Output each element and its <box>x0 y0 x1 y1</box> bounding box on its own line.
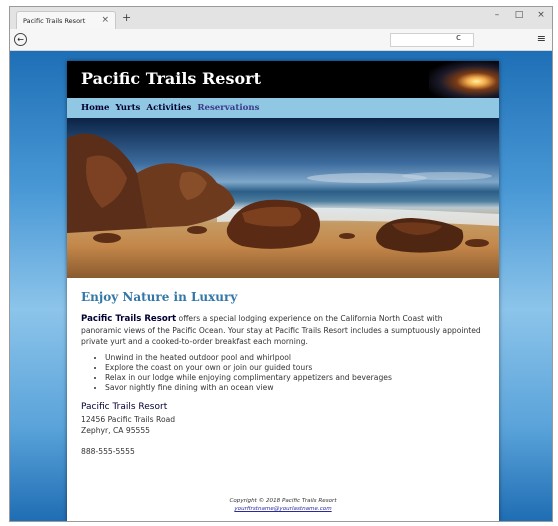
tab-close-icon[interactable]: × <box>101 15 109 25</box>
nav-activities[interactable]: Activities <box>146 103 191 113</box>
tab-title: Pacific Trails Resort <box>23 17 86 25</box>
intro-paragraph: Pacific Trails Resort offers a special l… <box>81 313 485 347</box>
nav-home[interactable]: Home <box>81 103 109 113</box>
new-tab-icon[interactable]: + <box>122 11 131 24</box>
site-title: Pacific Trails Resort <box>81 69 261 88</box>
list-item: Explore the coast on your own or join ou… <box>105 363 485 373</box>
intro-brand: Pacific Trails Resort <box>81 314 177 324</box>
page-heading: Enjoy Nature in Luxury <box>81 290 238 304</box>
list-item: Relax in our lodge while enjoying compli… <box>105 373 485 383</box>
maximize-icon[interactable]: □ <box>508 7 530 29</box>
reload-icon[interactable]: c <box>456 33 461 43</box>
site-footer: Copyright © 2018 Pacific Trails Resort y… <box>67 497 499 513</box>
address-line-2: Zephyr, CA 95555 <box>81 426 151 435</box>
page-container: Pacific Trails Resort Home Yurts Activit… <box>67 61 499 521</box>
browser-window: Pacific Trails Resort × + – □ × ← c ≡ Pa… <box>9 6 553 522</box>
sunset-image <box>429 61 499 98</box>
minimize-icon[interactable]: – <box>486 7 508 29</box>
browser-toolbar: ← c ≡ <box>10 29 552 51</box>
contact-name: Pacific Trails Resort <box>81 402 168 412</box>
footer-email-link[interactable]: yourfirstname@yourlastname.com <box>234 506 331 512</box>
address-line-1: 12456 Pacific Trails Road <box>81 415 176 424</box>
main-nav: Home Yurts Activities Reservations <box>67 98 499 118</box>
browser-titlebar: Pacific Trails Resort × + – □ × <box>10 7 552 29</box>
hamburger-menu-icon[interactable]: ≡ <box>537 32 546 45</box>
close-window-icon[interactable]: × <box>530 7 552 29</box>
hero-coast-image <box>67 118 499 278</box>
window-controls: – □ × <box>486 7 552 29</box>
features-list: Unwind in the heated outdoor pool and wh… <box>105 353 485 393</box>
nav-yurts[interactable]: Yurts <box>115 103 140 113</box>
list-item: Savor nightly fine dining with an ocean … <box>105 383 485 393</box>
address-bar[interactable] <box>390 33 474 47</box>
main-content: Enjoy Nature in Luxury Pacific Trails Re… <box>67 278 499 456</box>
nav-reservations[interactable]: Reservations <box>197 103 259 113</box>
copyright-text: Copyright © 2018 Pacific Trails Resort <box>229 498 337 504</box>
list-item: Unwind in the heated outdoor pool and wh… <box>105 353 485 363</box>
site-header: Pacific Trails Resort <box>67 61 499 98</box>
phone-number: 888-555-5555 <box>81 447 135 456</box>
page-viewport[interactable]: Pacific Trails Resort Home Yurts Activit… <box>10 51 552 521</box>
hero-rocks-illustration <box>67 133 499 253</box>
browser-tab[interactable]: Pacific Trails Resort × <box>16 11 116 29</box>
back-arrow-icon[interactable]: ← <box>14 33 27 46</box>
